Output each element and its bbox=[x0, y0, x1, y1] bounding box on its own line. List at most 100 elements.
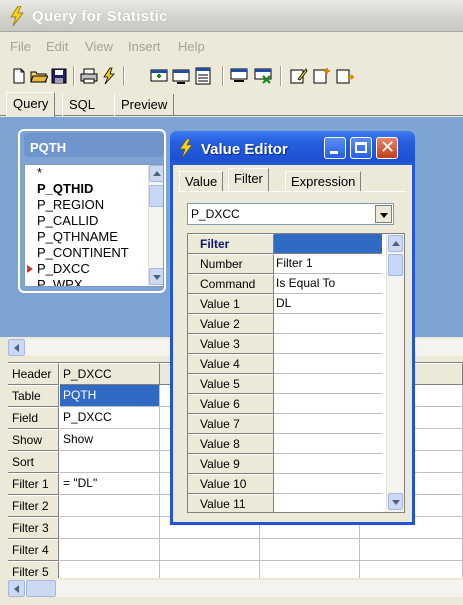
append-field-icon[interactable] bbox=[336, 67, 354, 85]
property-label: Value 9 bbox=[188, 454, 274, 474]
scroll-up-button[interactable] bbox=[149, 165, 163, 182]
property-value[interactable] bbox=[274, 414, 382, 434]
relation-icon[interactable] bbox=[230, 67, 248, 85]
grid-cell-sort[interactable] bbox=[60, 451, 160, 473]
open-folder-icon[interactable] bbox=[30, 67, 48, 85]
field-item-selected[interactable]: P_DXCC bbox=[37, 261, 90, 277]
close-button[interactable]: ✕ bbox=[376, 137, 398, 159]
field-item-key[interactable]: P_QTHID bbox=[37, 181, 93, 197]
property-value[interactable] bbox=[274, 494, 382, 512]
property-value[interactable] bbox=[274, 314, 382, 334]
grid-cell[interactable] bbox=[260, 561, 360, 578]
tab-preview[interactable]: Preview bbox=[114, 94, 175, 116]
tab-expression[interactable]: Expression bbox=[285, 171, 362, 191]
print-icon[interactable] bbox=[80, 67, 98, 85]
field-list-scrollbar[interactable] bbox=[148, 165, 163, 286]
grid-cell[interactable] bbox=[160, 561, 260, 578]
field-select-value: P_DXCC bbox=[191, 207, 240, 221]
chevron-left-icon bbox=[14, 585, 19, 593]
property-value[interactable]: DL bbox=[274, 294, 382, 314]
dialog-title-bar[interactable]: Value Editor ✕ bbox=[170, 131, 415, 165]
grid-cell-filter-3[interactable] bbox=[60, 517, 160, 539]
dialog-title: Value Editor bbox=[201, 141, 288, 158]
tab-query[interactable]: Query bbox=[6, 92, 56, 117]
field-item[interactable]: P_WPX bbox=[37, 277, 83, 286]
scroll-thumb[interactable] bbox=[26, 580, 56, 597]
menu-insert[interactable]: Insert bbox=[128, 39, 161, 54]
property-value[interactable] bbox=[274, 334, 382, 354]
tab-sql[interactable]: SQL bbox=[62, 94, 101, 116]
grid-cell-filter-1[interactable]: = "DL" bbox=[60, 473, 160, 495]
lightning-app-icon bbox=[10, 6, 24, 26]
delete-relation-icon[interactable] bbox=[254, 67, 272, 85]
chevron-down-icon bbox=[380, 213, 388, 218]
edit-icon[interactable] bbox=[290, 67, 308, 85]
insert-field-icon[interactable] bbox=[313, 67, 331, 85]
new-file-icon[interactable] bbox=[10, 67, 28, 85]
maximize-icon bbox=[355, 142, 367, 153]
property-value[interactable] bbox=[274, 394, 382, 414]
run-lightning-icon[interactable] bbox=[100, 67, 118, 85]
property-value[interactable] bbox=[274, 434, 382, 454]
grid-horizontal-scrollbar[interactable] bbox=[8, 580, 463, 597]
column-header[interactable]: P_DXCC bbox=[60, 363, 160, 385]
minimize-button[interactable] bbox=[324, 137, 346, 159]
field-list[interactable]: * P_QTHID P_REGION P_CALLID P_QTHNAME P_… bbox=[24, 164, 164, 287]
menu-file[interactable]: File bbox=[10, 39, 31, 54]
selected-field-marker-icon bbox=[27, 265, 33, 273]
field-item[interactable]: P_REGION bbox=[37, 197, 104, 213]
menu-edit[interactable]: Edit bbox=[46, 39, 68, 54]
grid-cell-filter-2[interactable] bbox=[60, 495, 160, 517]
field-select[interactable]: P_DXCC bbox=[187, 203, 394, 225]
table-box-title[interactable]: PQTH bbox=[24, 133, 164, 157]
filter-property-grid[interactable]: Filter Number Filter 1 Command Is Equal To V… bbox=[187, 233, 405, 513]
grid-cell[interactable] bbox=[360, 561, 463, 578]
field-item[interactable]: * bbox=[37, 165, 42, 181]
tab-filter[interactable]: Filter bbox=[228, 168, 269, 192]
property-value[interactable] bbox=[274, 474, 382, 494]
field-item[interactable]: P_QTHNAME bbox=[37, 229, 118, 245]
chevron-down-icon bbox=[392, 500, 400, 505]
chevron-up-icon bbox=[392, 241, 400, 246]
table-window-icon[interactable] bbox=[172, 67, 190, 85]
grid-cell[interactable] bbox=[260, 539, 360, 561]
grid-cell[interactable] bbox=[160, 539, 260, 561]
main-title-bar[interactable]: Query for Statistic bbox=[0, 0, 463, 32]
tab-value[interactable]: Value bbox=[179, 171, 224, 191]
save-icon[interactable] bbox=[50, 67, 68, 85]
dropdown-button[interactable] bbox=[375, 205, 392, 223]
property-value[interactable] bbox=[274, 454, 382, 474]
menu-help[interactable]: Help bbox=[178, 39, 205, 54]
scroll-left-button[interactable] bbox=[8, 580, 25, 597]
table-list-icon[interactable] bbox=[194, 67, 212, 85]
scroll-left-button[interactable] bbox=[8, 339, 25, 356]
scroll-up-button[interactable] bbox=[388, 235, 403, 252]
property-value[interactable]: Is Equal To bbox=[274, 274, 382, 294]
grid-cell-field[interactable]: P_DXCC bbox=[60, 407, 160, 429]
property-grid-scrollbar[interactable] bbox=[386, 234, 404, 512]
scroll-thumb[interactable] bbox=[388, 254, 403, 276]
toolbar bbox=[0, 60, 463, 90]
close-icon: ✕ bbox=[380, 137, 396, 158]
property-value[interactable]: Filter 1 bbox=[274, 254, 382, 274]
scroll-down-button[interactable] bbox=[149, 268, 163, 285]
scroll-thumb[interactable] bbox=[149, 185, 163, 207]
field-item[interactable]: P_CALLID bbox=[37, 213, 98, 229]
grid-cell-show[interactable]: Show bbox=[60, 429, 160, 451]
grid-cell[interactable] bbox=[360, 539, 463, 561]
property-value[interactable] bbox=[274, 374, 382, 394]
grid-cell-filter-5[interactable] bbox=[60, 561, 160, 578]
minimize-icon bbox=[330, 151, 338, 154]
grid-cell-filter-4[interactable] bbox=[60, 539, 160, 561]
table-box-pqth[interactable]: PQTH * P_QTHID P_REGION P_CALLID P_QTHNA… bbox=[18, 129, 166, 293]
menu-bar: File Edit View Insert Help bbox=[0, 34, 463, 58]
add-table-icon[interactable] bbox=[150, 67, 168, 85]
field-item[interactable]: P_CONTINENT bbox=[37, 245, 129, 261]
property-value[interactable] bbox=[274, 354, 382, 374]
menu-view[interactable]: View bbox=[85, 39, 113, 54]
toolbar-separator bbox=[73, 66, 75, 86]
grid-cell-table[interactable]: PQTH bbox=[60, 385, 160, 407]
maximize-button[interactable] bbox=[350, 137, 372, 159]
row-header-filter-4: Filter 4 bbox=[8, 539, 59, 561]
scroll-down-button[interactable] bbox=[388, 493, 403, 510]
